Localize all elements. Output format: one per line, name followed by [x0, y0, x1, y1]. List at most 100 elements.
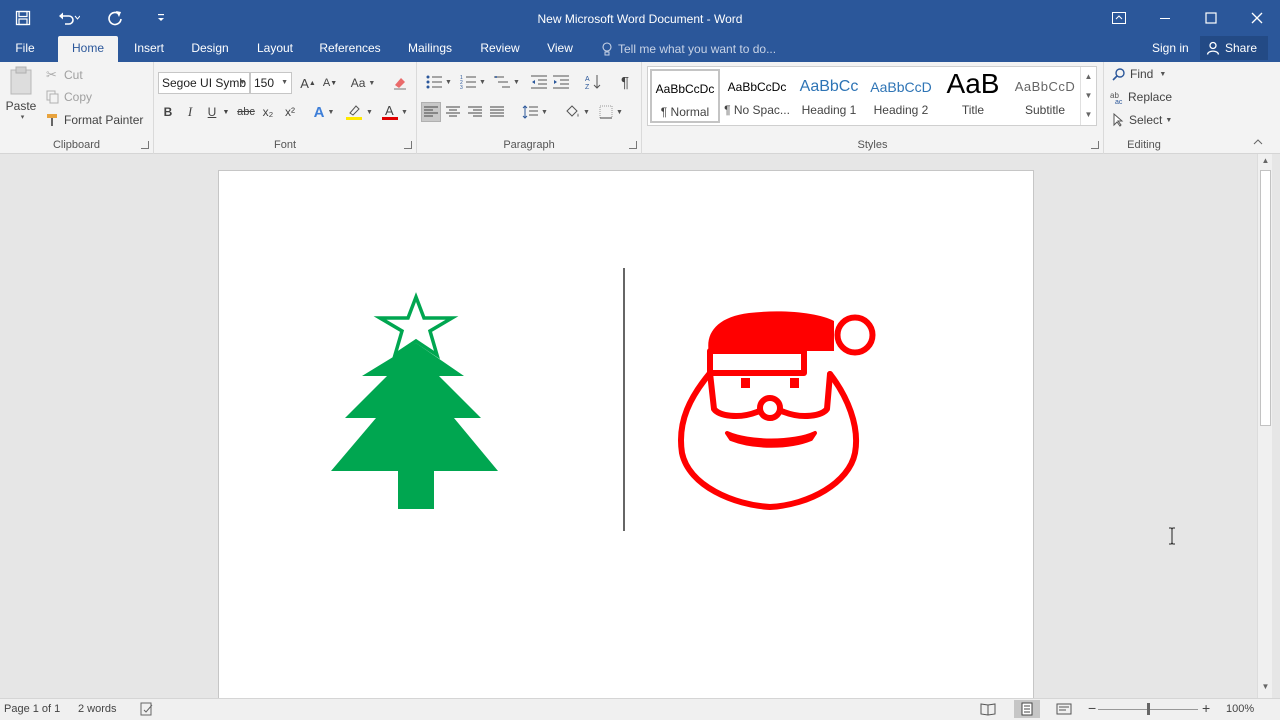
tab-references[interactable]: References	[314, 36, 386, 62]
cut-button[interactable]: ✂ Cut	[46, 67, 83, 83]
print-layout-icon[interactable]	[1014, 700, 1040, 718]
style-preview: AaBbCcDc	[655, 82, 715, 96]
proofing-icon[interactable]	[140, 702, 154, 719]
replace-button[interactable]: ab ac Replace	[1110, 90, 1172, 104]
justify-icon[interactable]	[487, 102, 507, 122]
minimize-icon[interactable]	[1142, 0, 1188, 36]
font-family-combo[interactable]: Segoe UI Symb ▼	[158, 72, 250, 94]
tab-insert[interactable]: Insert	[126, 36, 172, 62]
numbering-button[interactable]: 1 2 3 ▼	[457, 72, 489, 92]
svg-text:A: A	[585, 76, 590, 83]
bold-button[interactable]: B	[158, 102, 178, 122]
bullets-button[interactable]: ▼	[423, 72, 455, 92]
zoom-level[interactable]: 100%	[1226, 703, 1254, 715]
more-styles-icon[interactable]: ▼	[1081, 105, 1096, 124]
style-normal[interactable]: AaBbCcDc ¶ Normal	[650, 69, 720, 123]
pointer-icon	[1113, 113, 1124, 127]
borders-button[interactable]: ▼	[595, 102, 627, 122]
santa-icon	[678, 311, 876, 510]
scroll-down-icon[interactable]: ▼	[1081, 86, 1096, 105]
paint-bucket-icon	[566, 105, 579, 117]
highlight-button[interactable]: ▼	[344, 102, 374, 122]
grow-font-button[interactable]: A ▲	[298, 73, 318, 93]
shrink-font-button[interactable]: A ▼	[320, 73, 340, 93]
tab-layout[interactable]: Layout	[248, 36, 302, 62]
read-mode-icon[interactable]	[980, 702, 996, 719]
maximize-icon[interactable]	[1188, 0, 1234, 36]
multilevel-list-icon	[494, 76, 511, 88]
tab-review[interactable]: Review	[474, 36, 526, 62]
style-name: Title	[961, 103, 985, 117]
page-count[interactable]: Page 1 of 1	[4, 703, 60, 715]
decrease-indent-icon[interactable]	[529, 72, 549, 92]
copy-button[interactable]: Copy	[46, 90, 92, 104]
underline-button[interactable]: U	[202, 102, 222, 122]
italic-button[interactable]: I	[180, 102, 200, 122]
format-painter-button[interactable]: Format Painter	[46, 113, 143, 127]
copy-label: Copy	[64, 90, 93, 104]
scroll-up-icon[interactable]: ▲	[1258, 156, 1273, 170]
collapse-ribbon-icon[interactable]	[1250, 134, 1266, 150]
zoom-out-icon[interactable]: −	[1088, 700, 1096, 716]
ribbon-tabs: File Home Insert Design Layout Reference…	[0, 36, 1280, 62]
word-count[interactable]: 2 words	[78, 703, 117, 715]
styles-launcher-icon[interactable]	[1091, 141, 1099, 149]
sign-in-link[interactable]: Sign in	[1152, 36, 1189, 60]
share-button[interactable]: Share	[1200, 36, 1268, 60]
style-heading-1[interactable]: AaBbCc Heading 1	[794, 69, 864, 123]
style-subtitle[interactable]: AaBbCcD Subtitle	[1010, 69, 1080, 123]
zoom-in-icon[interactable]: +	[1202, 700, 1210, 716]
web-layout-icon[interactable]	[1056, 702, 1072, 719]
align-right-icon[interactable]	[465, 102, 485, 122]
styles-group-label: Styles	[857, 139, 888, 151]
paragraph-launcher-icon[interactable]	[629, 141, 637, 149]
align-left-icon[interactable]	[421, 102, 441, 122]
scrollbar-thumb[interactable]	[1260, 170, 1271, 426]
clipboard-launcher-icon[interactable]	[141, 141, 149, 149]
paste-button[interactable]: Paste ▾	[4, 66, 38, 130]
subscript-button[interactable]: x₂	[258, 102, 278, 122]
clipboard-group: Paste ▾ ✂ Cut Copy Format Painter Clipbo…	[0, 62, 154, 154]
shading-button[interactable]: ▼	[561, 102, 593, 122]
tell-me-box[interactable]: Tell me what you want to do...	[602, 36, 776, 62]
tab-file[interactable]: File	[0, 36, 50, 62]
tab-design[interactable]: Design	[184, 36, 236, 62]
font-launcher-icon[interactable]	[404, 141, 412, 149]
document-page[interactable]	[218, 170, 1034, 710]
vertical-scrollbar[interactable]: ▲ ▼	[1257, 154, 1272, 698]
underline-dropdown-icon[interactable]: ▼	[220, 102, 232, 122]
clear-formatting-icon[interactable]	[390, 73, 410, 93]
sort-icon[interactable]: AZ	[583, 72, 603, 92]
text-effects-icon: A	[313, 103, 325, 121]
document-area	[0, 154, 1257, 710]
align-center-icon[interactable]	[443, 102, 463, 122]
tab-view[interactable]: View	[540, 36, 580, 62]
font-size-combo[interactable]: 150 ▼	[250, 72, 292, 94]
style-preview: AaBbCc	[799, 78, 859, 95]
find-button[interactable]: Find ▼	[1112, 67, 1166, 81]
style-no-spacing[interactable]: AaBbCcDc ¶ No Spac...	[722, 69, 792, 123]
style-preview: AaBbCcD	[1014, 79, 1076, 94]
font-group-label: Font	[273, 139, 296, 151]
paste-icon	[10, 66, 32, 95]
style-heading-2[interactable]: AaBbCcD Heading 2	[866, 69, 936, 123]
line-spacing-button[interactable]: ▼	[519, 102, 551, 122]
strikethrough-button[interactable]: abc	[236, 102, 256, 122]
text-effects-button[interactable]: A ▼	[310, 102, 338, 122]
show-formatting-button[interactable]: ¶	[615, 72, 635, 92]
tab-mailings[interactable]: Mailings	[400, 36, 460, 62]
increase-indent-icon[interactable]	[551, 72, 571, 92]
close-icon[interactable]	[1234, 0, 1280, 36]
style-title[interactable]: AaB Title	[938, 69, 1008, 123]
format-painter-label: Format Painter	[64, 113, 144, 127]
tab-home[interactable]: Home	[58, 36, 118, 62]
ribbon-display-options-icon[interactable]	[1096, 0, 1142, 36]
zoom-slider-thumb[interactable]	[1147, 703, 1150, 715]
select-button[interactable]: Select ▼	[1112, 113, 1172, 127]
scroll-down-icon[interactable]: ▼	[1258, 682, 1273, 696]
font-color-button[interactable]: A ▼	[380, 102, 410, 122]
superscript-button[interactable]: x²	[280, 102, 300, 122]
scroll-up-icon[interactable]: ▲	[1081, 67, 1096, 86]
multilevel-list-button[interactable]: ▼	[491, 72, 523, 92]
change-case-button[interactable]: Aa ▼	[348, 73, 378, 93]
